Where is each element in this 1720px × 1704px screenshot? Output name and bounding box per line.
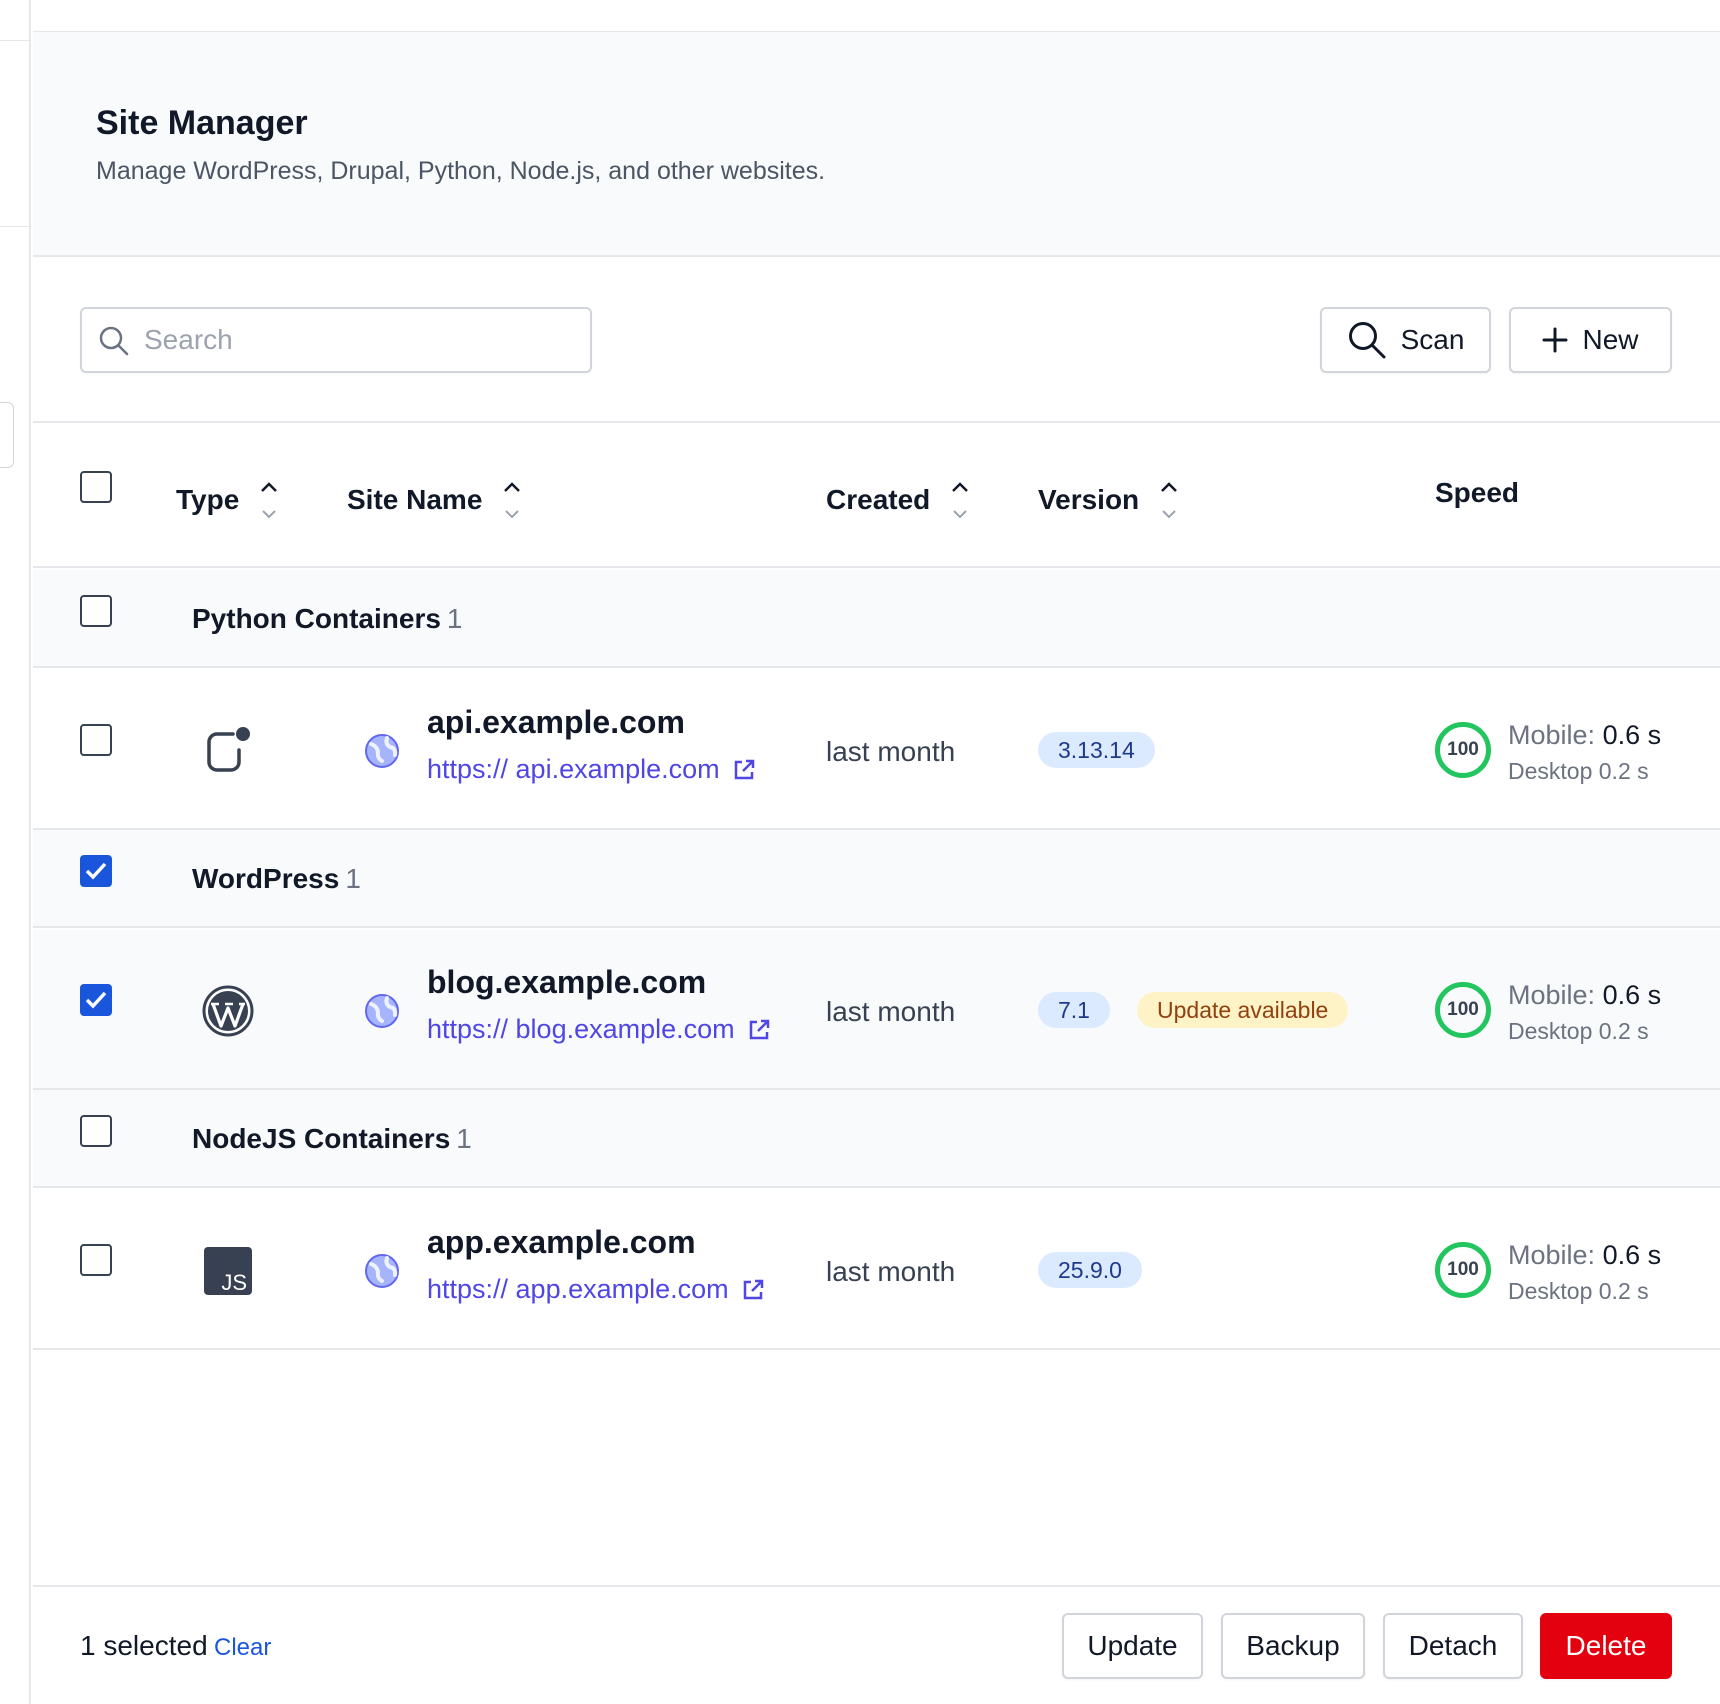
created-date: last month — [826, 996, 956, 1027]
globe-icon — [365, 734, 399, 768]
group-label: Python Containers 1 — [192, 603, 463, 634]
globe-icon — [365, 1254, 399, 1288]
sort-icon[interactable] — [502, 477, 522, 523]
created-date: last month — [826, 1256, 956, 1287]
search-input[interactable] — [144, 317, 574, 363]
group-label: NodeJS Containers 1 — [192, 1123, 472, 1154]
table-row[interactable]: api.example.com https:// api.example.com… — [33, 670, 1720, 830]
sort-icon[interactable] — [1159, 477, 1179, 523]
update-button[interactable]: Update — [1062, 1613, 1203, 1679]
nodejs-icon: JS — [204, 1247, 252, 1295]
table-row[interactable]: JS app.example.com https:// app.example.… — [33, 1190, 1720, 1350]
sidebar — [0, 0, 31, 1704]
site-name: app.example.com — [427, 1224, 696, 1260]
scan-button[interactable]: Scan — [1320, 307, 1491, 373]
site-name: blog.example.com — [427, 964, 707, 1000]
check-icon — [85, 862, 107, 880]
toolbar: Scan New — [33, 259, 1720, 423]
row-checkbox[interactable] — [80, 1244, 112, 1276]
group-checkbox[interactable] — [80, 595, 112, 627]
group-count: 1 — [345, 863, 361, 894]
column-header-speed: Speed — [1435, 477, 1520, 508]
search-icon — [1348, 322, 1386, 359]
sort-icon[interactable] — [950, 477, 970, 523]
top-bar — [33, 0, 1720, 32]
group-count: 1 — [446, 603, 463, 634]
speed-score: 100 — [1435, 982, 1491, 1038]
wordpress-icon — [202, 985, 254, 1037]
external-link-icon — [734, 759, 754, 779]
group-count: 1 — [456, 1123, 472, 1154]
page-subtitle: Manage WordPress, Drupal, Python, Node.j… — [96, 157, 826, 185]
page-title: Site Manager — [96, 104, 308, 142]
group-checkbox[interactable] — [80, 855, 112, 887]
group-header: Python Containers 1 — [33, 570, 1720, 668]
table-row[interactable]: blog.example.com https:// blog.example.c… — [33, 930, 1720, 1090]
version-badge: 7.1 — [1038, 992, 1110, 1028]
search-icon — [99, 326, 129, 356]
speed-desktop: Desktop 0.2 s — [1508, 1018, 1649, 1044]
version-badge: 3.13.14 — [1038, 732, 1155, 768]
external-link-icon — [749, 1019, 769, 1039]
group-header: NodeJS Containers 1 — [33, 1090, 1720, 1188]
column-header-site-name[interactable]: Site Name — [347, 477, 522, 523]
site-name: api.example.com — [427, 704, 685, 740]
sidebar-divider — [0, 226, 31, 227]
version-badge: 25.9.0 — [1038, 1252, 1142, 1288]
new-button-label: New — [1582, 324, 1639, 355]
group-label: WordPress 1 — [192, 863, 361, 894]
site-url-link[interactable]: https:// app.example.com — [427, 1274, 765, 1305]
row-checkbox[interactable] — [80, 984, 112, 1016]
delete-button[interactable]: Delete — [1540, 1613, 1672, 1679]
backup-button[interactable]: Backup — [1221, 1613, 1365, 1679]
sidebar-collapse-handle[interactable] — [0, 402, 14, 468]
select-all-checkbox[interactable] — [80, 471, 112, 503]
external-link-icon — [743, 1279, 763, 1299]
bulk-action-bar: 1 selected Clear Update Backup Detach De… — [33, 1585, 1720, 1704]
plus-icon — [1542, 327, 1568, 353]
update-available-badge[interactable]: Update available — [1137, 992, 1349, 1028]
new-site-button[interactable]: New — [1509, 307, 1672, 373]
row-checkbox[interactable] — [80, 724, 112, 756]
column-header-version[interactable]: Version — [1038, 477, 1179, 523]
speed-score: 100 — [1435, 722, 1491, 778]
speed-desktop: Desktop 0.2 s — [1508, 1278, 1649, 1304]
group-checkbox[interactable] — [80, 1115, 112, 1147]
page-header: Site Manager Manage WordPress, Drupal, P… — [33, 32, 1720, 257]
sidebar-divider — [0, 40, 31, 41]
search-box — [80, 307, 592, 373]
group-header: WordPress 1 — [33, 830, 1720, 928]
detach-button[interactable]: Detach — [1383, 1613, 1523, 1679]
sort-icon[interactable] — [259, 477, 279, 523]
speed-mobile: Mobile: 0.6 s — [1508, 1240, 1662, 1270]
selected-count: 1 selected — [80, 1630, 208, 1661]
svg-text:JS: JS — [221, 1270, 247, 1295]
created-date: last month — [826, 736, 956, 767]
speed-score: 100 — [1435, 1242, 1491, 1298]
speed-mobile: Mobile: 0.6 s — [1508, 720, 1662, 750]
speed-mobile: Mobile: 0.6 s — [1508, 980, 1662, 1010]
globe-icon — [365, 994, 399, 1028]
scan-button-label: Scan — [1400, 324, 1465, 355]
python-container-icon — [207, 727, 250, 772]
site-url-link[interactable]: https:// blog.example.com — [427, 1014, 771, 1045]
column-header-type[interactable]: Type — [176, 477, 279, 523]
site-url-link[interactable]: https:// api.example.com — [427, 754, 756, 785]
main-content: Site Manager Manage WordPress, Drupal, P… — [33, 0, 1720, 1704]
speed-desktop: Desktop 0.2 s — [1508, 758, 1649, 784]
column-header-created[interactable]: Created — [826, 477, 970, 523]
table-header: Type Site Name Created Version Speed — [33, 425, 1720, 568]
clear-selection-link[interactable]: Clear — [214, 1634, 271, 1662]
check-icon — [85, 991, 107, 1009]
